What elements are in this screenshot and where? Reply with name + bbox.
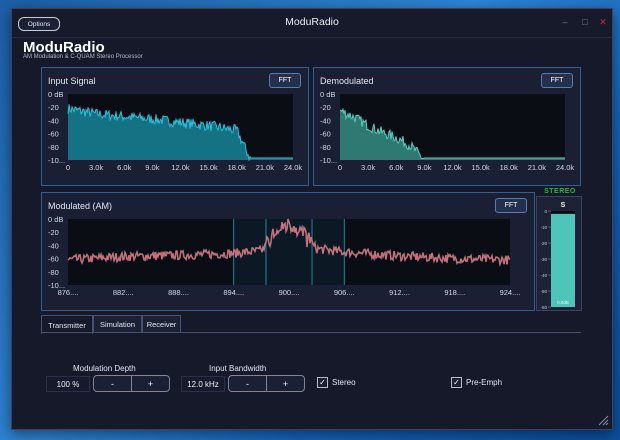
modulation-depth-label: Modulation Depth	[73, 364, 136, 373]
modulated-spectrum-chart: 0 dB-20-40-60-80-10...876.... 882.... 888.…	[48, 215, 521, 297]
y-tick-label: -10...	[320, 156, 337, 165]
x-tick-label: 9.0k	[417, 163, 431, 172]
vu-meter-graphic: S 0 -10 -20 -30 -40 -50 -60 0.0dB	[540, 202, 575, 310]
title-bar[interactable]: Options ModuRadio – □ ✕	[12, 9, 612, 38]
stereo-checkbox[interactable]: ✓	[317, 377, 328, 388]
window-title: ModuRadio	[285, 16, 339, 28]
modulated-panel: Modulated (AM) FFT 0 dB -20 -40 -60 -80 -10..…	[41, 192, 535, 311]
demodulated-spectrum-chart: 0 dB -20 -40 -60 -80 -10...0 3.0k 6.0k 9.0k 12.0k…	[320, 90, 575, 172]
x-tick-label: 888....	[168, 288, 189, 297]
vu-tick-label: -60	[540, 305, 547, 310]
input-bandwidth-label: Input Bandwidth	[209, 364, 267, 373]
x-tick-label: 876....	[58, 288, 79, 297]
demodulated-panel: Demodulated FFT 0 dB -20 -40 -60 -80 -10... 0 3…	[313, 67, 581, 186]
app-window: Options ModuRadio – □ ✕ ModuRadio AM Mod…	[11, 8, 613, 430]
input-spectrum-chart: 0 dB -20 -40 -60 -80 -10...0 3.0k 6.0k 9.0k 12.0k…	[48, 90, 303, 172]
bandwidth-decrease-button[interactable]: -	[229, 376, 266, 391]
y-tick-label: -80	[48, 268, 59, 277]
modulation-depth-stepper: - +	[93, 375, 170, 392]
y-tick-label: 0 dB	[48, 90, 63, 99]
tab-simulation[interactable]: Simulation	[93, 315, 142, 333]
x-tick-label: 18.0k	[228, 163, 247, 172]
x-tick-label: 24.0k	[284, 163, 303, 172]
y-tick-label: -20	[48, 103, 59, 112]
vu-level-bar	[551, 213, 575, 307]
vu-tick-label: -20	[540, 241, 547, 246]
x-tick-label: 15.0k	[471, 163, 490, 172]
maximize-icon[interactable]: □	[578, 15, 592, 29]
y-tick-label: 0 dB	[320, 90, 335, 99]
input-signal-panel: Input Signal FFT 0 dB -20 -40 -60 -80 -10... 0…	[41, 67, 309, 186]
sideband-region	[233, 219, 345, 285]
y-tick-label: -80	[48, 143, 59, 152]
x-tick-label: 21.0k	[528, 163, 547, 172]
modulation-depth-value: 100 %	[46, 376, 90, 392]
x-tick-label: 3.0k	[89, 163, 103, 172]
vu-tick-label: 0	[544, 209, 547, 214]
y-tick-label: -60	[48, 255, 59, 264]
resize-grip-icon[interactable]	[597, 414, 609, 426]
bandwidth-increase-button[interactable]: +	[266, 376, 304, 391]
y-tick-label: -80	[320, 143, 331, 152]
input-bandwidth-stepper: - +	[228, 375, 305, 392]
y-tick-label: -10...	[48, 156, 65, 165]
y-tick-label: -60	[48, 130, 59, 139]
x-tick-label: 24.0k	[556, 163, 575, 172]
minimize-icon[interactable]: –	[558, 15, 572, 29]
y-tick-label: 0 dB	[48, 215, 63, 224]
close-icon[interactable]: ✕	[596, 15, 610, 29]
x-tick-label: 894....	[223, 288, 244, 297]
mod-depth-increase-button[interactable]: +	[131, 376, 169, 391]
vu-meter: S 0 -10 -20 -30 -40 -50 -60 0.0dB	[536, 196, 582, 311]
y-tick-label: -20	[48, 228, 59, 237]
vu-tick-label: -30	[540, 257, 547, 262]
x-tick-label: 924....	[500, 288, 521, 297]
y-tick-label: -40	[48, 241, 59, 250]
x-tick-label: 9.0k	[145, 163, 159, 172]
x-tick-label: 18.0k	[500, 163, 519, 172]
stereo-checkbox-label: Stereo	[332, 378, 356, 387]
x-tick-label: 15.0k	[199, 163, 218, 172]
x-tick-label: 900....	[279, 288, 300, 297]
x-tick-label: 912....	[389, 288, 410, 297]
x-tick-label: 6.0k	[117, 163, 131, 172]
y-tick-label: -60	[320, 130, 331, 139]
x-tick-label: 6.0k	[389, 163, 403, 172]
x-tick-label: 12.0k	[171, 163, 190, 172]
transmitter-tab-content: Modulation Depth 100 % - + Input Bandwid…	[41, 332, 581, 427]
pre-emph-checkbox[interactable]: ✓	[451, 377, 462, 388]
y-tick-label: -20	[320, 103, 331, 112]
app-subtitle: AM Modulation & C-QUAM Stereo Processor	[23, 54, 143, 60]
vu-tick-label: -50	[540, 289, 547, 294]
x-tick-label: 0	[338, 163, 342, 172]
vu-tick-label: -40	[540, 273, 547, 278]
stereo-indicator: STEREO	[544, 188, 576, 195]
x-tick-label: 0	[66, 163, 70, 172]
x-tick-label: 918....	[444, 288, 465, 297]
mod-depth-decrease-button[interactable]: -	[94, 376, 131, 391]
pre-emph-checkbox-label: Pre-Emph	[466, 378, 503, 387]
x-tick-label: 12.0k	[443, 163, 462, 172]
x-tick-label: 3.0k	[361, 163, 375, 172]
x-tick-label: 21.0k	[256, 163, 275, 172]
vu-readout: 0.0dB	[557, 300, 569, 305]
x-tick-label: 882....	[113, 288, 134, 297]
x-tick-label: 906....	[334, 288, 355, 297]
input-bandwidth-value: 12.0 kHz	[181, 376, 225, 392]
vu-channel-label: S	[561, 202, 566, 209]
vu-tick-label: -10	[540, 225, 547, 230]
y-tick-label: -40	[320, 116, 331, 125]
y-tick-label: -40	[48, 116, 59, 125]
tab-receiver[interactable]: Receiver	[142, 315, 181, 333]
